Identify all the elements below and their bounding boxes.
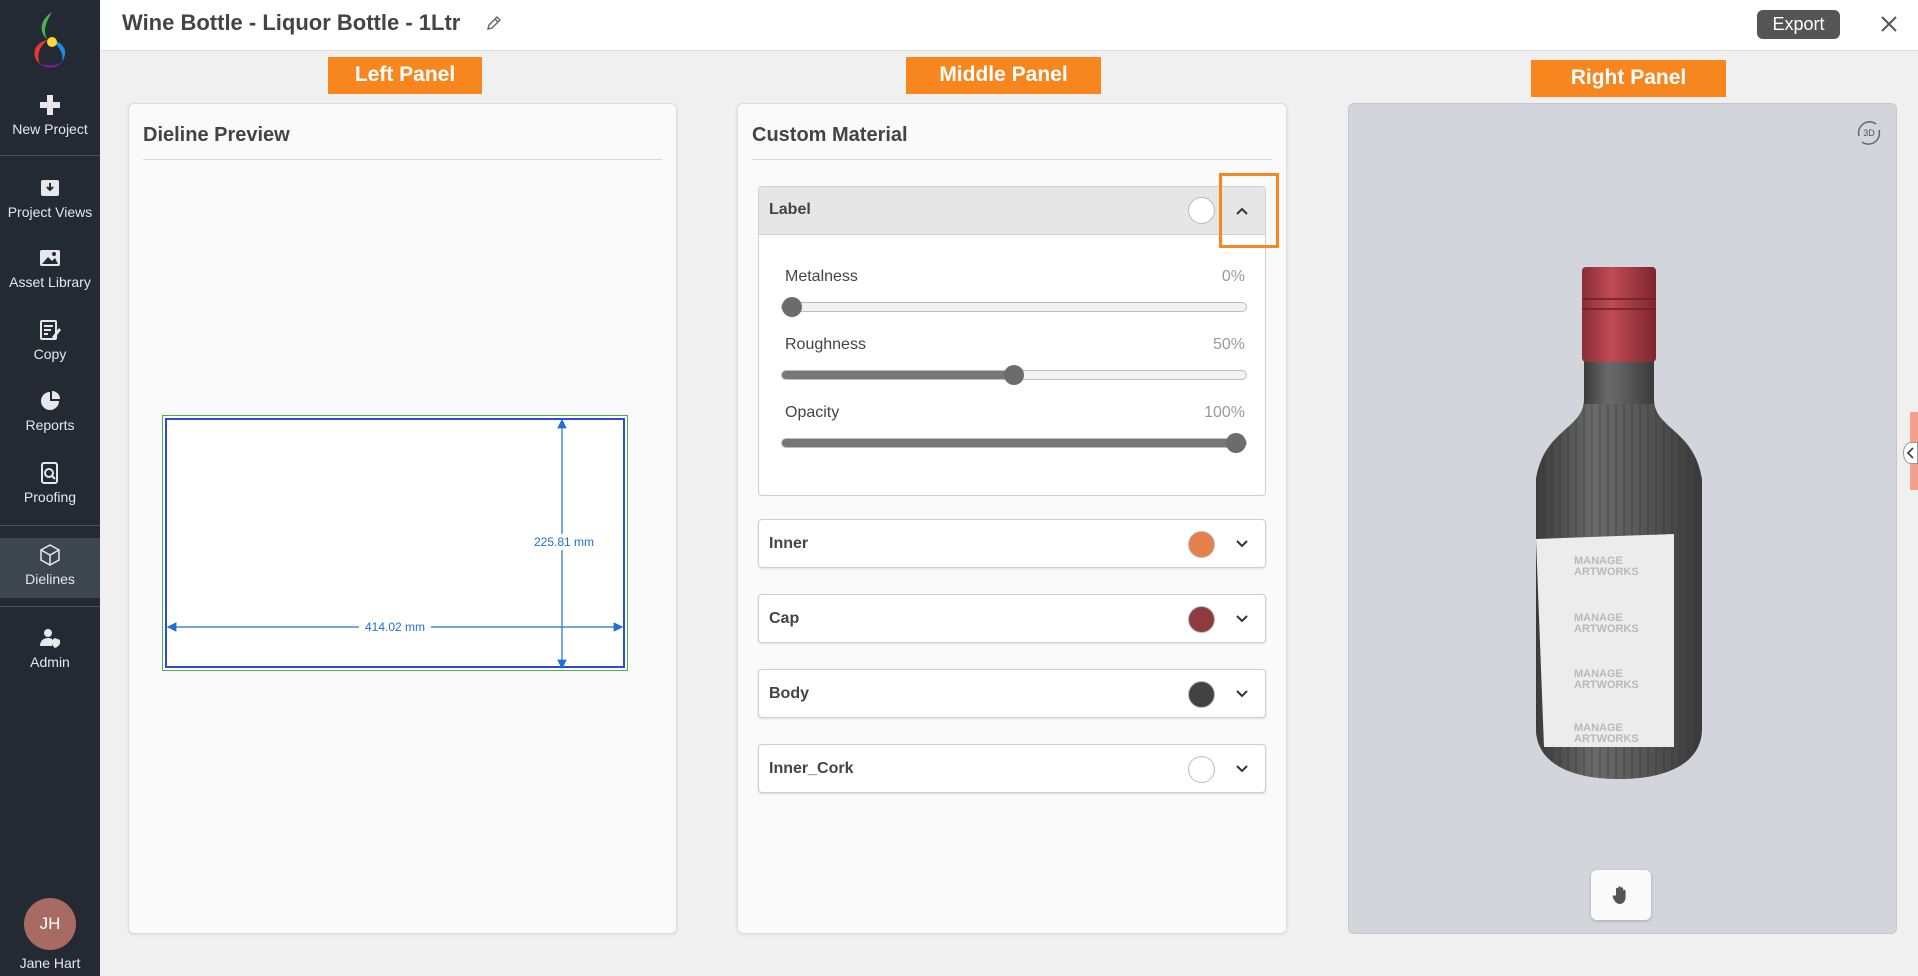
panel-title: Dieline Preview bbox=[143, 124, 290, 146]
svg-text:ARTWORKS: ARTWORKS bbox=[1574, 733, 1639, 745]
edit-document-icon bbox=[40, 320, 61, 340]
bottle-model[interactable]: MANAGEARTWORKS MANAGEARTWORKS MANAGEARTW… bbox=[1524, 259, 1714, 799]
sidebar: New Project Project Views Asset Library … bbox=[0, 0, 100, 976]
sidebar-item-admin[interactable]: Admin bbox=[0, 627, 100, 670]
app-logo[interactable] bbox=[26, 10, 74, 70]
sidebar-item-project-views[interactable]: Project Views bbox=[0, 177, 100, 220]
sidebar-item-label: Reports bbox=[25, 417, 75, 433]
dieline-canvas[interactable]: 414.02 mm 225.81 mm bbox=[162, 415, 628, 671]
slider-value-roughness: 50% bbox=[1212, 336, 1245, 353]
color-swatch[interactable] bbox=[1188, 606, 1215, 633]
header: Wine Bottle - Liquor Bottle - 1Ltr Expor… bbox=[100, 0, 1918, 51]
collapse-panel-button[interactable] bbox=[1903, 442, 1918, 464]
avatar[interactable]: JH bbox=[24, 898, 76, 950]
highlight-annotation bbox=[1219, 173, 1279, 248]
sidebar-item-reports[interactable]: Reports bbox=[0, 390, 100, 433]
color-swatch[interactable] bbox=[1188, 197, 1215, 224]
material-group-label: Label Metalness 0% Roughness 50% Opacity… bbox=[758, 186, 1266, 496]
slider-value-metalness: 0% bbox=[1221, 268, 1245, 285]
sidebar-item-label: Proofing bbox=[23, 489, 77, 505]
sidebar-divider bbox=[0, 525, 100, 526]
chevron-down-icon[interactable] bbox=[1234, 686, 1250, 702]
sidebar-item-label: Asset Library bbox=[9, 274, 91, 290]
pencil-icon[interactable] bbox=[485, 14, 503, 32]
document-search-icon bbox=[41, 462, 58, 484]
chevron-down-icon[interactable] bbox=[1234, 611, 1250, 627]
material-name: Label bbox=[769, 201, 811, 218]
height-dimension-label: 225.81 mm bbox=[534, 535, 594, 549]
custom-material-panel: Custom Material Label Metalness 0% Rough… bbox=[737, 103, 1287, 934]
sidebar-item-label: Admin bbox=[30, 654, 70, 670]
svg-text:ARTWORKS: ARTWORKS bbox=[1574, 623, 1639, 635]
sidebar-item-asset-library[interactable]: Asset Library bbox=[0, 247, 100, 290]
user-name: Jane Hart bbox=[19, 955, 81, 971]
material-row-cap[interactable]: Cap bbox=[758, 594, 1266, 643]
color-swatch[interactable] bbox=[1188, 756, 1215, 783]
dieline-preview-panel: Dieline Preview 414.02 mm 225.81 mm bbox=[128, 103, 677, 934]
color-swatch[interactable] bbox=[1188, 531, 1215, 558]
slider-label-roughness: Roughness bbox=[785, 336, 866, 353]
page-title: Wine Bottle - Liquor Bottle - 1Ltr bbox=[122, 10, 461, 35]
sidebar-item-label: Copy bbox=[33, 346, 67, 362]
sidebar-item-dielines[interactable]: Dielines bbox=[0, 538, 100, 598]
chevron-left-icon bbox=[1906, 447, 1914, 459]
panel-title: Custom Material bbox=[752, 124, 908, 146]
material-row-body[interactable]: Body bbox=[758, 669, 1266, 718]
sidebar-divider bbox=[0, 155, 100, 156]
pan-tool-button[interactable] bbox=[1591, 870, 1651, 920]
plus-icon bbox=[40, 95, 60, 115]
slider-thumb[interactable] bbox=[782, 297, 802, 317]
chevron-down-icon[interactable] bbox=[1234, 761, 1250, 777]
rotate-3d-icon[interactable]: 3D bbox=[1854, 118, 1884, 148]
dimension-overlay: 414.02 mm 225.81 mm bbox=[166, 418, 624, 670]
material-name: Inner bbox=[769, 535, 809, 552]
slider-value-opacity: 100% bbox=[1204, 404, 1245, 421]
slider-fill bbox=[782, 371, 1014, 379]
slider-thumb[interactable] bbox=[1226, 433, 1246, 453]
roughness-slider[interactable] bbox=[781, 365, 1247, 385]
color-swatch[interactable] bbox=[1188, 681, 1215, 708]
sidebar-divider bbox=[0, 606, 100, 607]
inbox-download-icon bbox=[41, 180, 59, 196]
slider-label-metalness: Metalness bbox=[785, 268, 858, 285]
material-row-label[interactable]: Label bbox=[759, 187, 1265, 235]
svg-text:ARTWORKS: ARTWORKS bbox=[1574, 566, 1639, 578]
slider-label-opacity: Opacity bbox=[785, 404, 840, 421]
width-dimension-label: 414.02 mm bbox=[365, 620, 425, 634]
divider bbox=[752, 159, 1272, 160]
sidebar-item-copy[interactable]: Copy bbox=[0, 319, 100, 362]
callout-middle-panel: Middle Panel bbox=[906, 57, 1101, 94]
close-icon[interactable] bbox=[1879, 14, 1899, 34]
material-name: Inner_Cork bbox=[769, 760, 854, 777]
user-shield-icon bbox=[40, 629, 60, 648]
callout-left-panel: Left Panel bbox=[328, 57, 482, 94]
sidebar-item-label: Project Views bbox=[7, 204, 93, 220]
hand-pan-icon bbox=[1612, 886, 1626, 904]
box-3d-icon bbox=[40, 544, 60, 566]
material-row-inner[interactable]: Inner bbox=[758, 519, 1266, 568]
svg-text:3D: 3D bbox=[1863, 128, 1875, 138]
opacity-slider[interactable] bbox=[781, 433, 1247, 453]
material-row-inner-cork[interactable]: Inner_Cork bbox=[758, 744, 1266, 793]
chevron-down-icon[interactable] bbox=[1234, 536, 1250, 552]
sidebar-item-proofing[interactable]: Proofing bbox=[0, 462, 100, 505]
pie-chart-icon bbox=[41, 391, 60, 410]
image-icon bbox=[40, 250, 60, 266]
export-button[interactable]: Export bbox=[1757, 10, 1840, 39]
sidebar-item-label: New Project bbox=[12, 121, 88, 137]
3d-viewer-panel[interactable]: 3D MANAGE ARTWORKS MANAGE ARTWORKS MANAG… bbox=[1348, 103, 1897, 934]
slider-fill bbox=[782, 439, 1246, 447]
metalness-slider[interactable] bbox=[781, 297, 1247, 317]
sidebar-item-new-project[interactable]: New Project bbox=[0, 94, 100, 137]
divider bbox=[143, 159, 662, 160]
svg-text:ARTWORKS: ARTWORKS bbox=[1574, 679, 1639, 691]
material-name: Body bbox=[769, 685, 809, 702]
sidebar-item-label: Dielines bbox=[25, 571, 75, 587]
material-name: Cap bbox=[769, 610, 800, 627]
slider-thumb[interactable] bbox=[1004, 365, 1024, 385]
callout-right-panel: Right Panel bbox=[1531, 60, 1726, 97]
